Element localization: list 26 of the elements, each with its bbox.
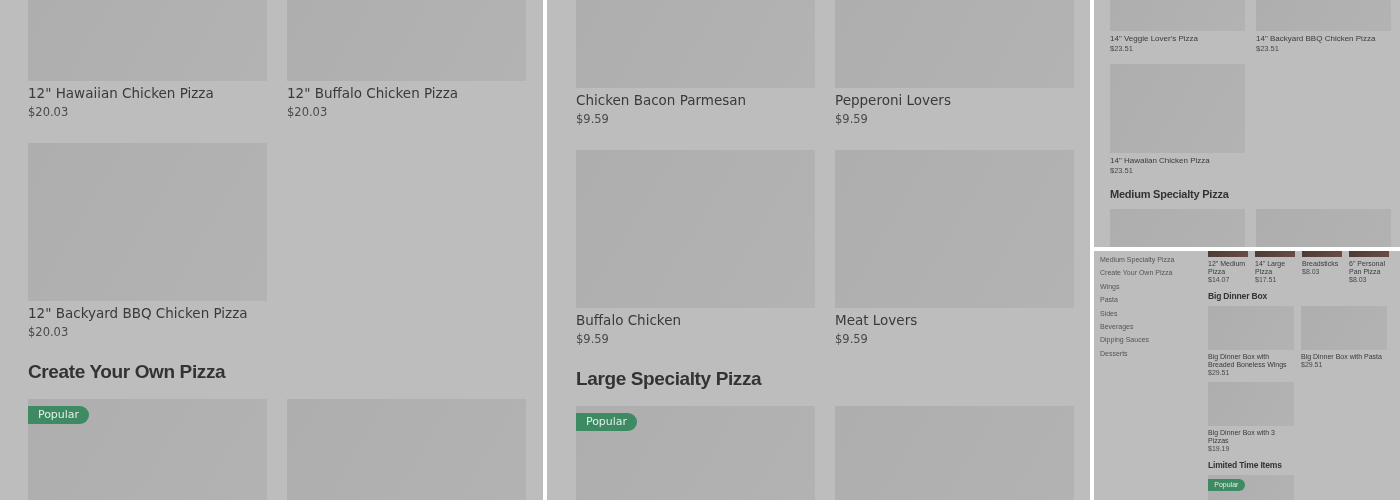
section-heading: Limited Time Items xyxy=(1208,460,1283,471)
item-name: 12" Buffalo Chicken Pizza xyxy=(287,84,460,103)
item-name: 12" Backyard BBQ Chicken Pizza xyxy=(28,304,249,323)
item-name: 12" Hawaiian Chicken Pizza xyxy=(28,84,215,103)
image-placeholder[interactable]: Popular xyxy=(28,399,267,500)
item-price: $9.59 xyxy=(835,331,869,348)
item-name: Pepperoni Lovers xyxy=(835,91,952,110)
item-price: $20.03 xyxy=(28,104,70,121)
popular-badge: Popular xyxy=(576,412,638,432)
section-heading: Big Dinner Box xyxy=(1208,291,1268,302)
item-name: Buffalo Chicken xyxy=(576,311,683,330)
image-placeholder[interactable]: Popular xyxy=(576,406,815,500)
item-name: 14" Backyard BBQ Chicken Pizza xyxy=(1256,34,1377,44)
item-name: 14" Veggie Lover's Pizza xyxy=(1110,34,1199,44)
item-price: $20.03 xyxy=(28,324,70,341)
section-heading: Medium Specialty Pizza xyxy=(1110,187,1230,201)
item-price: $9.59 xyxy=(835,111,869,128)
item-price: $9.59 xyxy=(576,331,610,348)
popular-badge: Popular xyxy=(28,405,90,425)
section-heading: Large Specialty Pizza xyxy=(576,367,763,391)
item-name: 14" Hawaiian Chicken Pizza xyxy=(1110,156,1211,166)
section-heading: Create Your Own Pizza xyxy=(28,360,227,384)
item-name: Meat Lovers xyxy=(835,311,919,330)
item-price: $9.59 xyxy=(576,111,610,128)
item-name: Chicken Bacon Parmesan xyxy=(576,91,748,110)
item-price: $20.03 xyxy=(287,104,329,121)
